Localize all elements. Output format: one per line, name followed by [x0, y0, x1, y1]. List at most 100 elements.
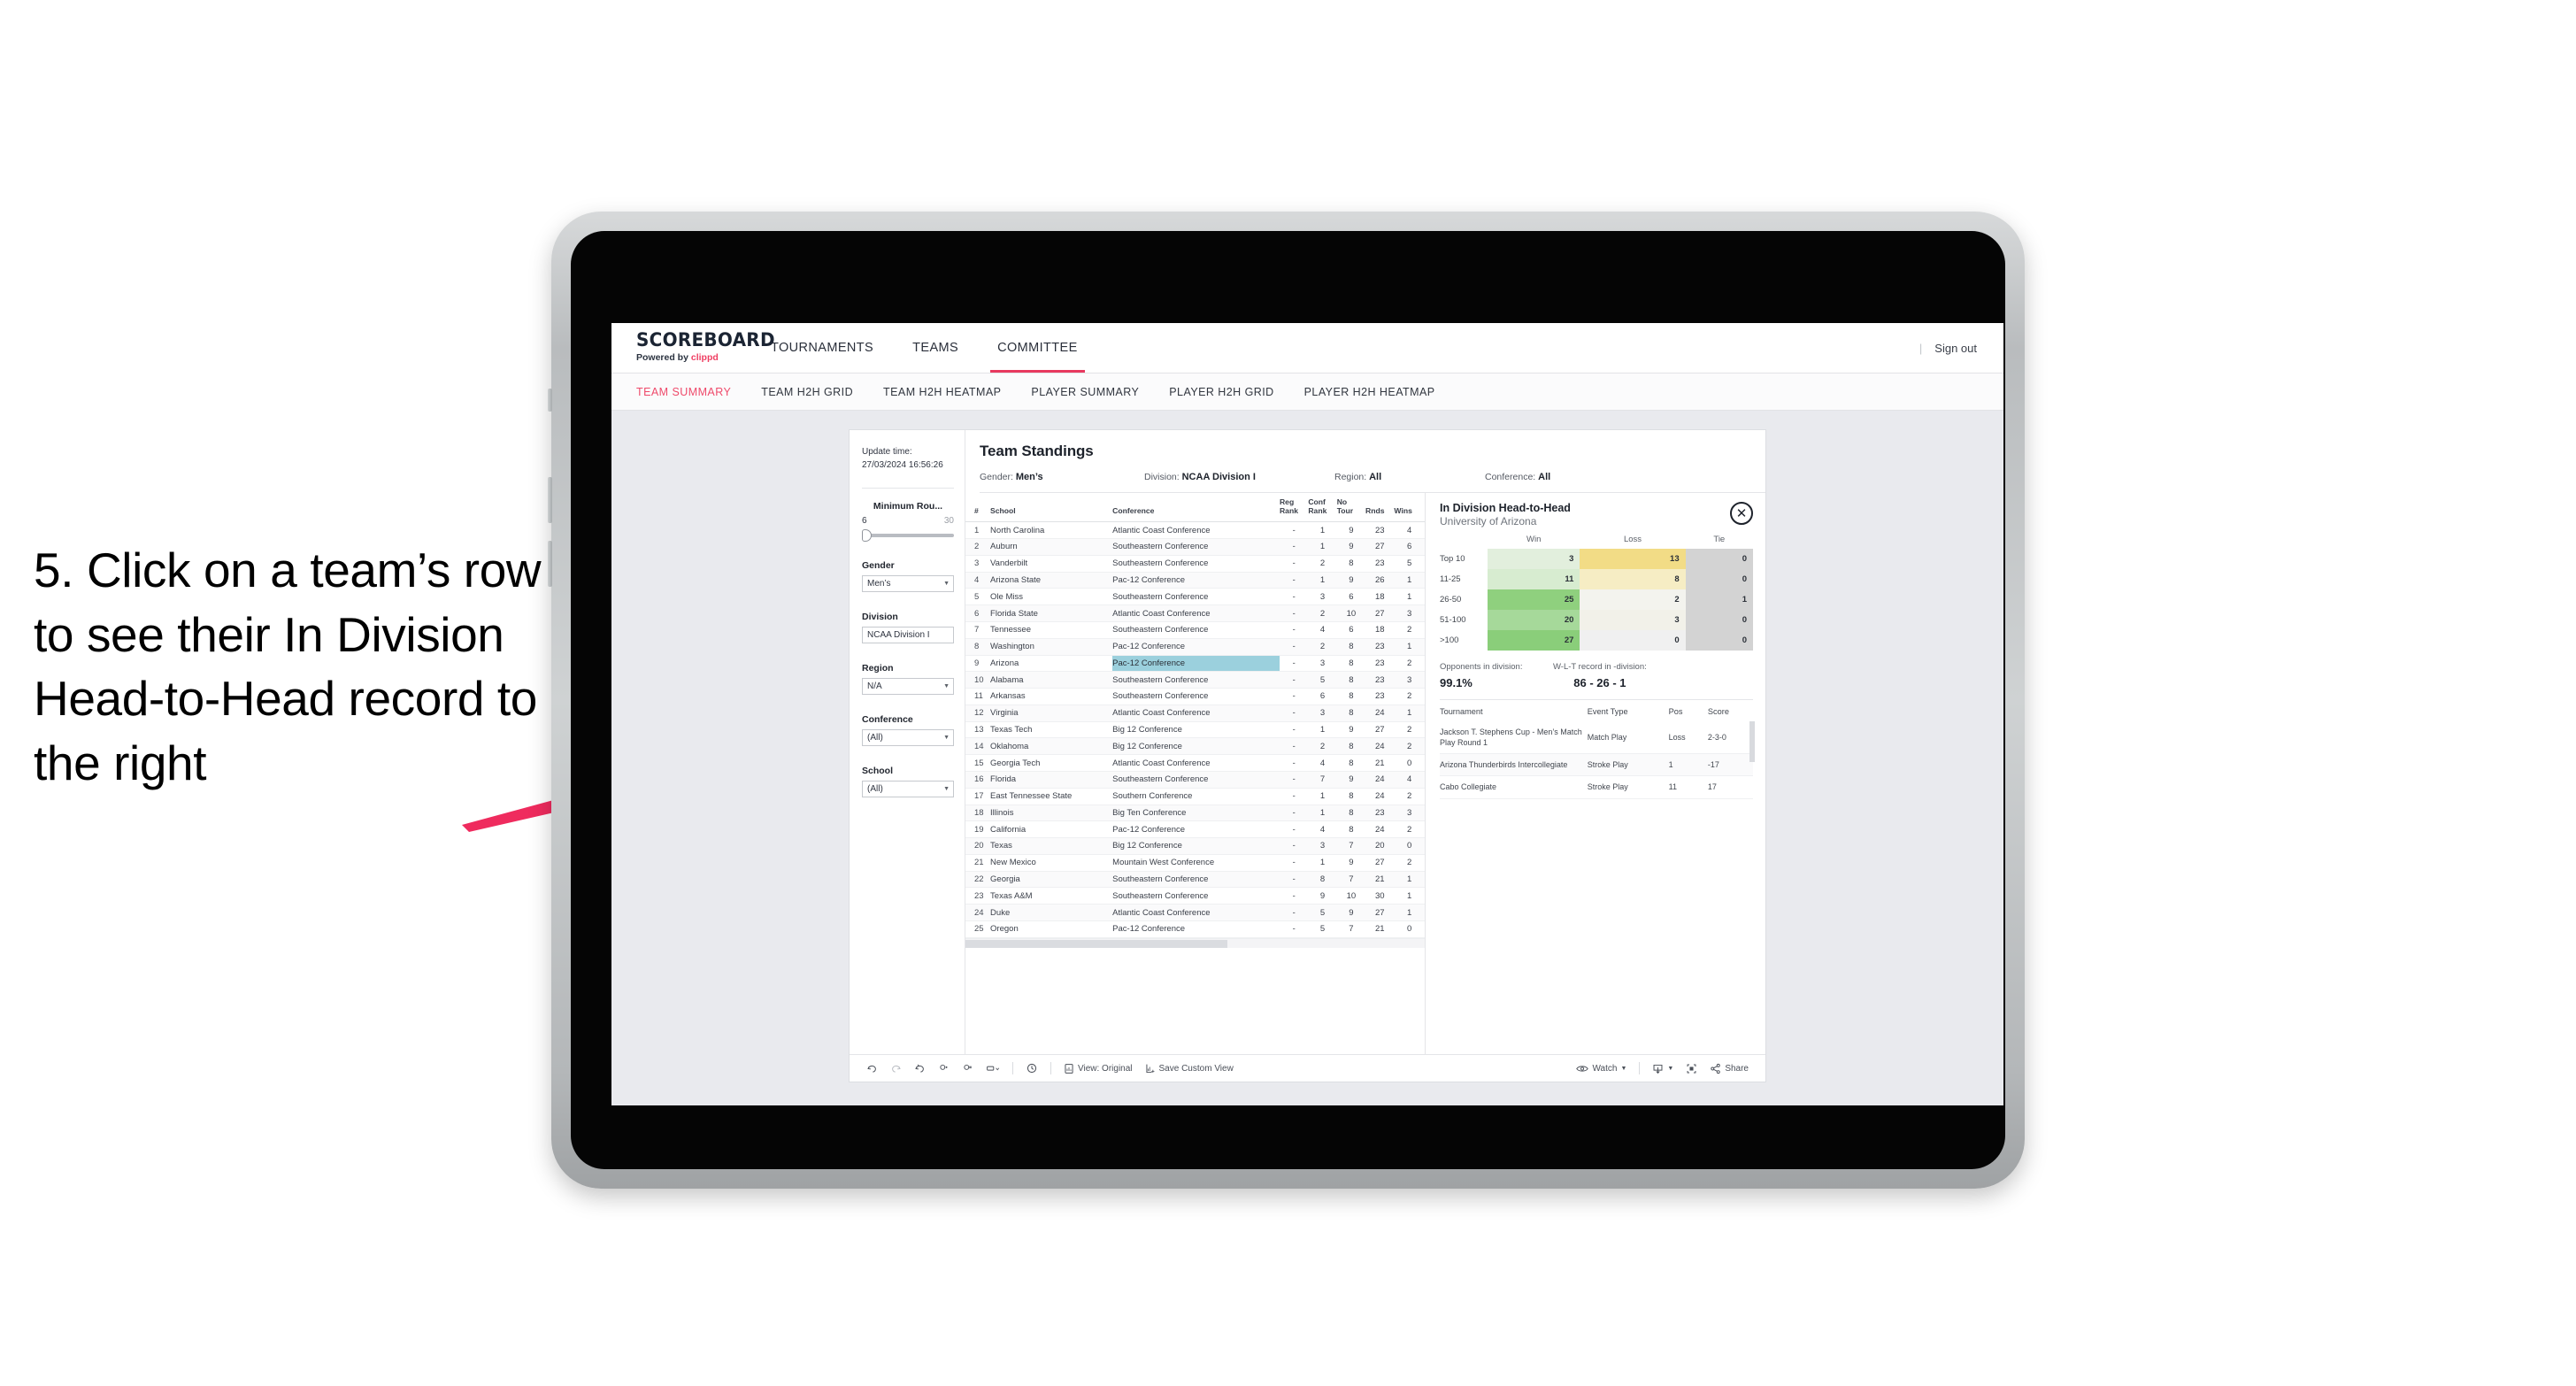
filter-school-select[interactable]: (All) ▼ [862, 781, 954, 797]
table-row[interactable]: 21 New Mexico Mountain West Conference -1 9 2… [965, 854, 1425, 872]
col-wins[interactable]: Wins [1394, 493, 1425, 523]
heatmap-cell-win[interactable]: 20 [1488, 610, 1580, 630]
list-item[interactable]: Arizona Thunderbirds Intercollegiate Stro… [1440, 753, 1753, 777]
heatmap-cell-loss[interactable]: 8 [1580, 569, 1686, 589]
filter-gender-select[interactable]: Men’s ▼ [862, 575, 954, 592]
col-no-tour[interactable]: No Tour [1336, 493, 1366, 523]
minimum-rounds-slider-handle[interactable] [862, 529, 872, 542]
table-row[interactable]: 8 Washington Pac-12 Conference -2 8 23 1 [965, 638, 1425, 656]
table-row[interactable]: 17 East Tennessee State Southern Conferenc… [965, 788, 1425, 805]
table-row[interactable]: 24 Duke Atlantic Coast Conference -5 9 27 1 [965, 904, 1425, 921]
table-row[interactable]: 12 Virginia Atlantic Coast Conference -3 8 24… [965, 705, 1425, 722]
filter-region-select[interactable]: N/A ▼ [862, 678, 954, 695]
heatmap-cell-win[interactable]: 3 [1488, 549, 1580, 569]
table-row[interactable]: 1 North Carolina Atlantic Coast Conference… [965, 521, 1425, 540]
heatmap-cell-loss[interactable]: 0 [1580, 630, 1686, 651]
heatmap-cell-win[interactable]: 27 [1488, 630, 1580, 651]
table-row[interactable]: 15 Georgia Tech Atlantic Coast Conference -… [965, 754, 1425, 772]
undo-icon[interactable] [860, 1063, 884, 1074]
table-row[interactable]: 4 Arizona State Pac-12 Conference -1 9 26 1 [965, 572, 1425, 589]
table-row[interactable]: 23 Texas A&M Southeastern Conference -9 10 30… [965, 887, 1425, 905]
nav-item-tournaments[interactable]: TOURNAMENTS [751, 323, 893, 373]
horizontal-scrollbar[interactable] [965, 937, 1425, 948]
cell-reg-rank: - [1279, 805, 1309, 822]
summary-region-label: Region: [1334, 472, 1370, 482]
refresh-data-icon[interactable] [932, 1063, 956, 1074]
table-row[interactable]: 18 Illinois Big Ten Conference -1 8 23 3 [965, 805, 1425, 822]
table-row[interactable]: 20 Texas Big 12 Conference -3 7 20 0 [965, 837, 1425, 855]
heatmap-cell-tie[interactable]: 1 [1685, 589, 1753, 610]
download-button[interactable]: ▼ [1646, 1063, 1680, 1074]
list-item[interactable]: Cabo Collegiate Stroke Play 11 17 [1440, 775, 1753, 799]
cell-rnds: 24 [1365, 705, 1395, 722]
subnav-item-player-summary[interactable]: PLAYER SUMMARY [1031, 386, 1139, 398]
table-row[interactable]: 19 California Pac-12 Conference -4 8 24 2 [965, 820, 1425, 839]
filter-conference-select[interactable]: (All) ▼ [862, 729, 954, 746]
table-row[interactable]: 25 Oregon Pac-12 Conference -5 7 21 0 [965, 920, 1425, 938]
filter-division-select[interactable]: NCAA Division I [862, 627, 954, 643]
cell-conference: Atlantic Coast Conference [1112, 705, 1280, 722]
heatmap-cell-tie[interactable]: 0 [1685, 569, 1753, 589]
heatmap-cell-loss[interactable]: 13 [1580, 549, 1686, 569]
watch-button[interactable]: Watch ▼ [1570, 1064, 1633, 1074]
revert-icon[interactable] [908, 1063, 932, 1074]
heatmap-cell-loss[interactable]: 2 [1580, 589, 1686, 610]
col-reg-rank[interactable]: Reg Rank [1279, 493, 1309, 523]
pause-auto-update-icon[interactable] [1019, 1062, 1044, 1074]
heatmap-row: Top 10 3 13 0 [1440, 549, 1753, 569]
cell-no-tour: 7 [1336, 920, 1366, 938]
table-row[interactable]: 7 Tennessee Southeastern Conference -4 6 18 2 [965, 621, 1425, 639]
col-rank[interactable]: # [965, 493, 991, 523]
table-row[interactable]: 9 Arizona Pac-12 Conference -3 8 23 2 [965, 655, 1425, 673]
table-row[interactable]: 2 Auburn Southeastern Conference -1 9 27 6 [965, 538, 1425, 556]
heatmap-cell-loss[interactable]: 3 [1580, 610, 1686, 630]
table-row[interactable]: 11 Arkansas Southeastern Conference -6 8 23 2 [965, 688, 1425, 705]
heatmap-cell-win[interactable]: 11 [1488, 569, 1580, 589]
minimum-rounds-slider[interactable] [862, 529, 954, 542]
logo-title: SCOREBOARD [636, 329, 775, 350]
heatmap-cell-tie[interactable]: 0 [1685, 549, 1753, 569]
table-row[interactable]: 13 Texas Tech Big 12 Conference -1 9 27 2 [965, 721, 1425, 739]
table-row[interactable]: 3 Vanderbilt Southeastern Conference -2 8 23 5 [965, 555, 1425, 573]
redo-icon[interactable] [884, 1063, 908, 1074]
cell-school: Vanderbilt [990, 555, 1113, 573]
table-row[interactable]: 14 Oklahoma Big 12 Conference -2 8 24 2 [965, 737, 1425, 756]
pause-updates-icon[interactable] [956, 1063, 980, 1074]
cell-conference: Pac-12 Conference [1112, 638, 1280, 656]
col-conference[interactable]: Conference [1112, 493, 1280, 523]
list-item[interactable]: Jackson T. Stephens Cup - Men’s Match Pl… [1440, 721, 1753, 755]
standings-body: 1 North Carolina Atlantic Coast Conference… [965, 521, 1425, 938]
heatmap-cell-tie[interactable]: 0 [1685, 610, 1753, 630]
subnav-item-team-h2h-grid[interactable]: TEAM H2H GRID [761, 386, 853, 398]
signout-button[interactable]: Sign out [1934, 342, 1977, 355]
tablet-screen: SCOREBOARD Powered by clippd TOURNAMENTS… [571, 231, 2005, 1169]
share-label: Share [1725, 1063, 1749, 1074]
subnav-item-player-h2h-heatmap[interactable]: PLAYER H2H HEATMAP [1304, 386, 1435, 398]
cell-school: Oklahoma [990, 737, 1113, 756]
view-original-button[interactable]: View: Original [1057, 1063, 1139, 1074]
col-rnds[interactable]: Rnds [1365, 493, 1395, 523]
tournaments-scrollbar[interactable] [1749, 721, 1755, 762]
heatmap-cell-win[interactable]: 25 [1488, 589, 1580, 610]
heatmap-cell-tie[interactable]: 0 [1685, 630, 1753, 651]
save-custom-view-button[interactable]: Save Custom View [1139, 1063, 1240, 1074]
subnav-item-team-summary[interactable]: TEAM SUMMARY [636, 386, 731, 398]
table-row[interactable]: 22 Georgia Southeastern Conference -8 7 21 1 [965, 871, 1425, 889]
table-row[interactable]: 5 Ole Miss Southeastern Conference -3 6 18 1 [965, 588, 1425, 606]
cell-rnds: 18 [1365, 588, 1395, 606]
app-logo[interactable]: SCOREBOARD Powered by clippd [611, 323, 775, 373]
nav-item-committee[interactable]: COMMITTEE [978, 323, 1097, 373]
table-row[interactable]: 6 Florida State Atlantic Coast Conference -… [965, 604, 1425, 622]
subnav-item-team-h2h-heatmap[interactable]: TEAM H2H HEATMAP [883, 386, 1001, 398]
nav-item-teams[interactable]: TEAMS [893, 323, 978, 373]
table-row[interactable]: 16 Florida Southeastern Conference -7 9 24 4 [965, 771, 1425, 789]
device-layout-icon[interactable] [980, 1063, 1006, 1074]
table-row[interactable]: 10 Alabama Southeastern Conference -5 8 23 3 [965, 671, 1425, 689]
horizontal-scrollbar-thumb[interactable] [965, 939, 1227, 948]
col-school[interactable]: School [990, 493, 1113, 523]
share-button[interactable]: Share [1703, 1063, 1755, 1074]
subnav-item-player-h2h-grid[interactable]: PLAYER H2H GRID [1169, 386, 1273, 398]
col-conf-rank[interactable]: Conf Rank [1308, 493, 1337, 523]
fullscreen-button[interactable] [1680, 1063, 1703, 1074]
close-icon[interactable]: ✕ [1730, 502, 1753, 525]
